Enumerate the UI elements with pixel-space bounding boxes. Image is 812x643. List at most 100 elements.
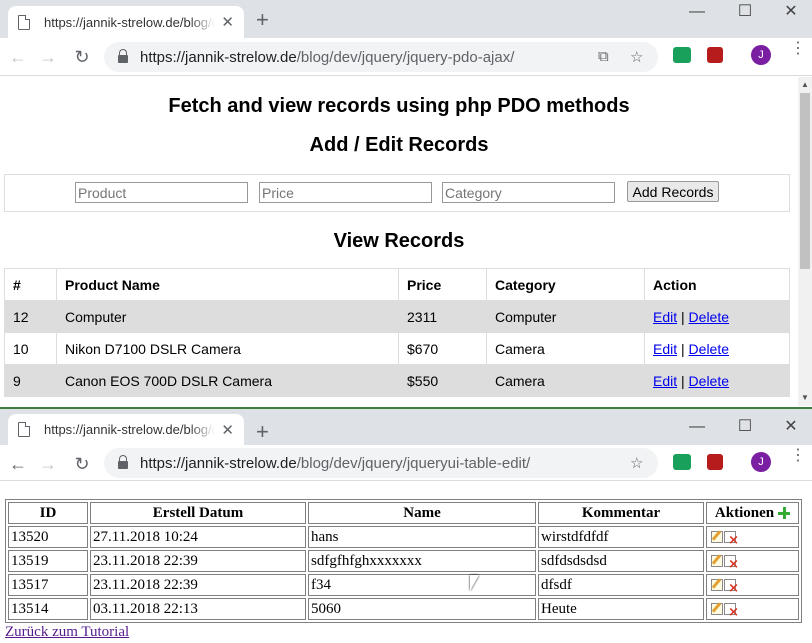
translate-icon[interactable]: ⧉ bbox=[598, 48, 609, 65]
close-tab-icon[interactable]: ✕ bbox=[221, 421, 234, 439]
scrollbar-thumb[interactable] bbox=[800, 93, 810, 269]
address-bar[interactable]: https://jannik-strelow.de/blog/dev/jquer… bbox=[104, 42, 658, 72]
cell-date: 27.11.2018 10:24 bbox=[90, 526, 306, 548]
cell-name: hans bbox=[308, 526, 536, 548]
cell-id: 13520 bbox=[8, 526, 88, 548]
url-host: https://jannik-strelow.de bbox=[140, 454, 297, 472]
close-tab-icon[interactable]: ✕ bbox=[221, 13, 234, 31]
profile-avatar[interactable]: J bbox=[751, 452, 771, 472]
cell-category: Camera bbox=[486, 332, 645, 365]
browser-tab[interactable]: https://jannik-strelow.de/blog/de ✕ bbox=[8, 414, 244, 445]
table-row: 13517 23.11.2018 22:39 f34 dfsdf bbox=[8, 574, 799, 596]
reload-icon[interactable]: ↻ bbox=[72, 47, 92, 67]
editable-table: ID Erstell Datum Name Kommentar Aktionen… bbox=[5, 499, 802, 623]
url-path: /blog/dev/jquery/jquery-pdo-ajax/ bbox=[296, 48, 515, 66]
vertical-scrollbar[interactable]: ▲ ▼ bbox=[798, 77, 812, 406]
browser-toolbar: ← → ↻ https://jannik-strelow.de/blog/dev… bbox=[0, 38, 812, 76]
table-row: 10 Nikon D7100 DSLR Camera $670 Camera E… bbox=[4, 332, 790, 365]
add-record-form: Add Records bbox=[4, 174, 790, 212]
ublock-icon[interactable] bbox=[707, 47, 723, 63]
address-bar[interactable]: https://jannik-strelow.de/blog/dev/jquer… bbox=[104, 448, 658, 478]
column-header: Action bbox=[644, 268, 790, 301]
scroll-up-arrow-icon[interactable]: ▲ bbox=[801, 80, 809, 89]
price-input[interactable] bbox=[259, 182, 432, 203]
page-content: Fetch and view records using php PDO met… bbox=[0, 77, 798, 406]
cell-actions bbox=[706, 550, 799, 572]
document-icon bbox=[18, 14, 30, 30]
cell-product: Computer bbox=[56, 300, 399, 333]
table-row: 13514 03.11.2018 22:13 5060 Heute bbox=[8, 598, 799, 620]
cell-date: 23.11.2018 22:39 bbox=[90, 574, 306, 596]
cell-product: Canon EOS 700D DSLR Camera bbox=[56, 364, 399, 397]
edit-link[interactable]: Edit bbox=[653, 341, 677, 357]
edit-link[interactable]: Edit bbox=[653, 373, 677, 389]
column-header: Product Name bbox=[56, 268, 399, 301]
delete-icon[interactable] bbox=[724, 579, 739, 596]
close-window-icon[interactable]: ✕ bbox=[768, 415, 812, 441]
cell-comment: dfsdf bbox=[538, 574, 704, 596]
delete-link[interactable]: Delete bbox=[689, 309, 729, 325]
scroll-down-arrow-icon[interactable]: ▼ bbox=[801, 393, 809, 402]
cell-id: 9 bbox=[4, 364, 57, 397]
back-icon[interactable]: ← bbox=[8, 47, 28, 67]
menu-kebab-icon[interactable]: ⋮ bbox=[790, 41, 806, 57]
browser-toolbar: ← → ↻ https://jannik-strelow.de/blog/dev… bbox=[0, 445, 812, 481]
cell-id: 13514 bbox=[8, 598, 88, 620]
new-tab-icon[interactable]: + bbox=[256, 8, 269, 32]
edit-icon[interactable] bbox=[711, 531, 723, 544]
edit-icon[interactable] bbox=[711, 603, 723, 616]
add-records-button[interactable]: Add Records bbox=[627, 181, 719, 202]
table-header-row: # Product Name Price Category Action bbox=[4, 268, 790, 301]
extension-icon[interactable] bbox=[673, 454, 691, 470]
column-header: Kommentar bbox=[538, 502, 704, 524]
tab-title: https://jannik-strelow.de/blog/de bbox=[44, 422, 216, 437]
product-input[interactable] bbox=[75, 182, 248, 203]
close-window-icon[interactable]: ✕ bbox=[768, 0, 812, 26]
delete-icon[interactable] bbox=[724, 531, 739, 548]
menu-kebab-icon[interactable]: ⋮ bbox=[790, 448, 806, 464]
cell-actions bbox=[706, 526, 799, 548]
bookmark-star-icon[interactable]: ☆ bbox=[630, 48, 643, 66]
cell-category: Camera bbox=[486, 364, 645, 397]
reload-icon[interactable]: ↻ bbox=[72, 454, 92, 474]
column-header: ID bbox=[8, 502, 88, 524]
column-header: Price bbox=[398, 268, 487, 301]
minimize-icon[interactable]: — bbox=[674, 415, 720, 441]
forward-icon[interactable]: → bbox=[38, 454, 58, 474]
forward-icon[interactable]: → bbox=[38, 47, 58, 67]
browser-tab[interactable]: https://jannik-strelow.de/blog/de ✕ bbox=[8, 6, 244, 38]
delete-link[interactable]: Delete bbox=[689, 341, 729, 357]
delete-icon[interactable] bbox=[724, 555, 739, 572]
browser-window-top: https://jannik-strelow.de/blog/de ✕ + — … bbox=[0, 0, 812, 406]
column-header: # bbox=[4, 268, 57, 301]
separator: | bbox=[681, 340, 685, 357]
edit-icon[interactable] bbox=[711, 579, 723, 592]
column-header: Aktionen bbox=[706, 502, 799, 524]
back-to-tutorial-link[interactable]: Zurück zum Tutorial bbox=[5, 624, 129, 641]
maximize-icon[interactable]: ☐ bbox=[722, 415, 768, 441]
edit-link[interactable]: Edit bbox=[653, 309, 677, 325]
cell-action: Edit | Delete bbox=[644, 364, 790, 397]
delete-link[interactable]: Delete bbox=[689, 373, 729, 389]
add-row-icon[interactable] bbox=[778, 507, 791, 520]
extension-icon[interactable] bbox=[673, 47, 691, 63]
profile-avatar[interactable]: J bbox=[751, 45, 771, 65]
bookmark-star-icon[interactable]: ☆ bbox=[630, 454, 643, 472]
maximize-icon[interactable]: ☐ bbox=[722, 0, 768, 26]
separator: | bbox=[681, 372, 685, 389]
new-tab-icon[interactable]: + bbox=[256, 420, 269, 444]
tab-strip: https://jannik-strelow.de/blog/de ✕ + — … bbox=[0, 0, 812, 38]
tab-title: https://jannik-strelow.de/blog/de bbox=[44, 14, 216, 30]
edit-icon[interactable] bbox=[711, 555, 723, 568]
cell-price: $670 bbox=[398, 332, 487, 365]
back-icon[interactable]: ← bbox=[8, 454, 28, 474]
column-header: Category bbox=[486, 268, 645, 301]
cell-date: 03.11.2018 22:13 bbox=[90, 598, 306, 620]
category-input[interactable] bbox=[442, 182, 615, 203]
cell-actions bbox=[706, 574, 799, 596]
minimize-icon[interactable]: — bbox=[674, 0, 720, 26]
ublock-icon[interactable] bbox=[707, 454, 723, 470]
cell-id: 12 bbox=[4, 300, 57, 333]
delete-icon[interactable] bbox=[724, 603, 739, 620]
page-title: Fetch and view records using php PDO met… bbox=[168, 95, 630, 117]
